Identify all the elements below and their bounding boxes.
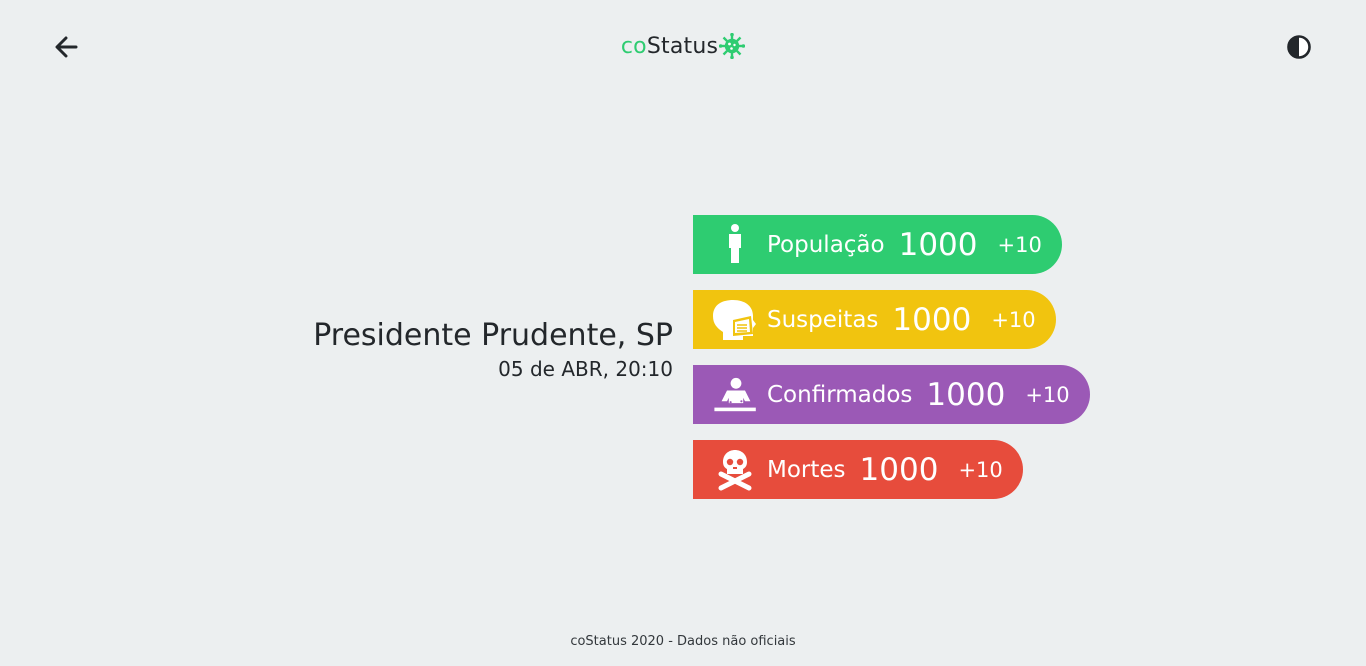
stat-delta: +10: [997, 232, 1042, 257]
contrast-icon: [1287, 35, 1311, 59]
theme-toggle-button[interactable]: [1286, 34, 1312, 60]
stats-list: População 1000 +10 Suspeitas 1000 +10 Co…: [693, 215, 1090, 515]
footer-text: coStatus 2020 - Dados não oficiais: [570, 634, 796, 649]
stat-value: 1000: [892, 301, 972, 338]
stat-label: Suspeitas: [767, 306, 879, 333]
logo-main: Status: [646, 33, 719, 59]
stat-suspeitas: Suspeitas 1000 +10: [693, 290, 1056, 349]
stat-value: 1000: [859, 451, 939, 488]
stat-label: Confirmados: [767, 381, 913, 408]
update-date: 05 de ABR, 20:10: [498, 357, 673, 381]
person-icon: [709, 223, 763, 267]
page: co Status Presidente Prudente, SP 05 de …: [0, 0, 1366, 666]
stat-value: 1000: [898, 226, 978, 263]
stat-label: População: [767, 231, 885, 258]
stat-delta: +10: [991, 307, 1036, 332]
stat-value: 1000: [926, 376, 1006, 413]
city-name: Presidente Prudente, SP: [313, 318, 673, 353]
stat-confirmados: Confirmados 1000 +10: [693, 365, 1090, 424]
stat-label: Mortes: [767, 456, 846, 483]
stat-populacao: População 1000 +10: [693, 215, 1062, 274]
location-info: Presidente Prudente, SP 05 de ABR, 20:10: [313, 318, 673, 381]
skull-crossbones-icon: [709, 448, 763, 492]
virus-icon: [719, 33, 746, 59]
app-logo: co Status: [0, 33, 1366, 59]
logo-prefix: co: [620, 33, 647, 59]
stat-delta: +10: [1025, 382, 1070, 407]
patient-bed-icon: [709, 373, 763, 417]
stat-delta: +10: [958, 457, 1003, 482]
stat-mortes: Mortes 1000 +10: [693, 440, 1023, 499]
masked-head-icon: [709, 298, 763, 342]
